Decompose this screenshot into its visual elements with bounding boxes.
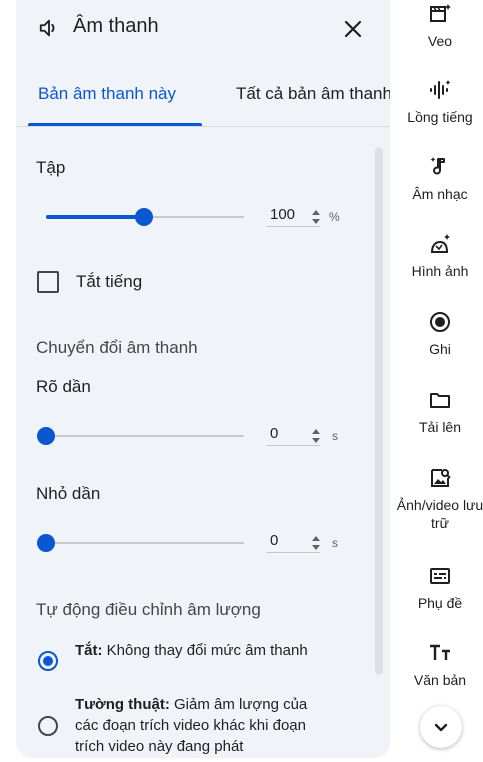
mute-label: Tắt tiếng	[76, 272, 143, 291]
rail-label-images: Hình ảnh	[411, 263, 469, 279]
panel-title: Âm thanh	[73, 15, 159, 37]
stock-media-icon	[431, 469, 451, 487]
auto-volume-section-label: Tự động điều chỉnh âm lượng	[36, 600, 261, 619]
voice-waveform-icon	[430, 80, 451, 99]
volume-icon	[39, 19, 55, 37]
rail-item-stock-media[interactable]: Ảnh/video lưu trữ	[390, 466, 483, 532]
fade-out-value: 0	[270, 532, 279, 549]
fade-in-unit: s	[332, 429, 338, 443]
scrollbar[interactable]	[375, 147, 383, 675]
rail-label-voiceover: Lồng tiếng	[407, 109, 473, 125]
volume-slider-thumb[interactable]	[135, 208, 153, 226]
rail-more-button[interactable]	[420, 706, 462, 748]
rail-label-upload: Tải lên	[418, 419, 462, 435]
volume-unit: %	[329, 210, 340, 224]
mute-checkbox[interactable]	[37, 271, 59, 293]
rail-label-text: Văn bản	[413, 672, 467, 688]
audio-panel: Âm thanh Bản âm thanh này Tất cả bản âm …	[16, 0, 390, 758]
fade-out-slider-track[interactable]	[46, 542, 244, 544]
fade-in-value: 0	[270, 425, 279, 442]
rail-label-subtitles: Phụ đề	[417, 595, 463, 611]
subtitles-icon	[430, 568, 450, 584]
volume-slider-fill	[46, 215, 144, 219]
rail-item-upload[interactable]: Tải lên	[390, 388, 483, 436]
fade-out-slider-thumb[interactable]	[37, 534, 55, 552]
radio-off-desc: Không thay đổi mức âm thanh	[102, 642, 308, 659]
rail-item-music[interactable]: Âm nhạc	[390, 155, 483, 203]
fade-out-stepper-icon[interactable]	[310, 533, 322, 553]
tool-rail: Veo Lồng tiếng Âm nhạc Hình ảnh Ghi Tải …	[390, 0, 483, 762]
volume-stepper-icon[interactable]	[310, 207, 322, 227]
panel-header: Âm thanh	[16, 0, 390, 56]
fade-in-slider-track[interactable]	[46, 435, 244, 437]
rail-label-record: Ghi	[429, 341, 451, 357]
fade-out-label: Nhỏ dần	[36, 484, 101, 503]
tab-this-audio[interactable]: Bản âm thanh này	[38, 84, 176, 104]
radio-off-title: Tắt:	[75, 642, 103, 659]
rail-item-veo[interactable]: Veo	[390, 2, 483, 50]
rail-label-veo: Veo	[427, 33, 453, 49]
fade-in-slider-thumb[interactable]	[37, 427, 55, 445]
record-icon	[430, 312, 450, 332]
fade-out-unit: s	[332, 536, 338, 550]
close-icon[interactable]	[338, 14, 368, 44]
rail-label-stock-media: Ảnh/video lưu trữ	[396, 497, 483, 531]
folder-icon	[430, 393, 450, 408]
rail-item-subtitles[interactable]: Phụ đề	[390, 564, 483, 612]
rail-label-music: Âm nhạc	[412, 186, 468, 202]
tab-all-audio[interactable]: Tất cả bản âm thanh	[236, 84, 390, 104]
clapperboard-sparkle-icon	[430, 4, 451, 22]
volume-label: Tập	[36, 158, 66, 177]
radio-narration-label: Tường thuật: Giảm âm lượng của các đoạn …	[75, 694, 325, 757]
radio-off-label: Tắt: Không thay đổi mức âm thanh	[75, 640, 325, 661]
transition-section-label: Chuyển đổi âm thanh	[36, 338, 198, 357]
music-note-icon	[430, 157, 445, 175]
rail-item-images[interactable]: Hình ảnh	[390, 232, 483, 280]
text-icon	[430, 644, 450, 660]
chevron-down-icon	[434, 723, 448, 732]
image-sparkle-icon	[430, 234, 450, 253]
radio-narration[interactable]	[38, 716, 58, 736]
radio-off[interactable]	[38, 651, 58, 671]
rail-item-voiceover[interactable]: Lồng tiếng	[390, 78, 483, 126]
tab-divider	[16, 126, 390, 127]
radio-narration-title: Tường thuật:	[75, 696, 170, 713]
fade-in-stepper-icon[interactable]	[310, 426, 322, 446]
volume-value: 100	[270, 206, 296, 223]
rail-item-record[interactable]: Ghi	[390, 310, 483, 358]
fade-in-label: Rõ dần	[36, 377, 91, 396]
rail-item-text[interactable]: Văn bản	[390, 641, 483, 689]
